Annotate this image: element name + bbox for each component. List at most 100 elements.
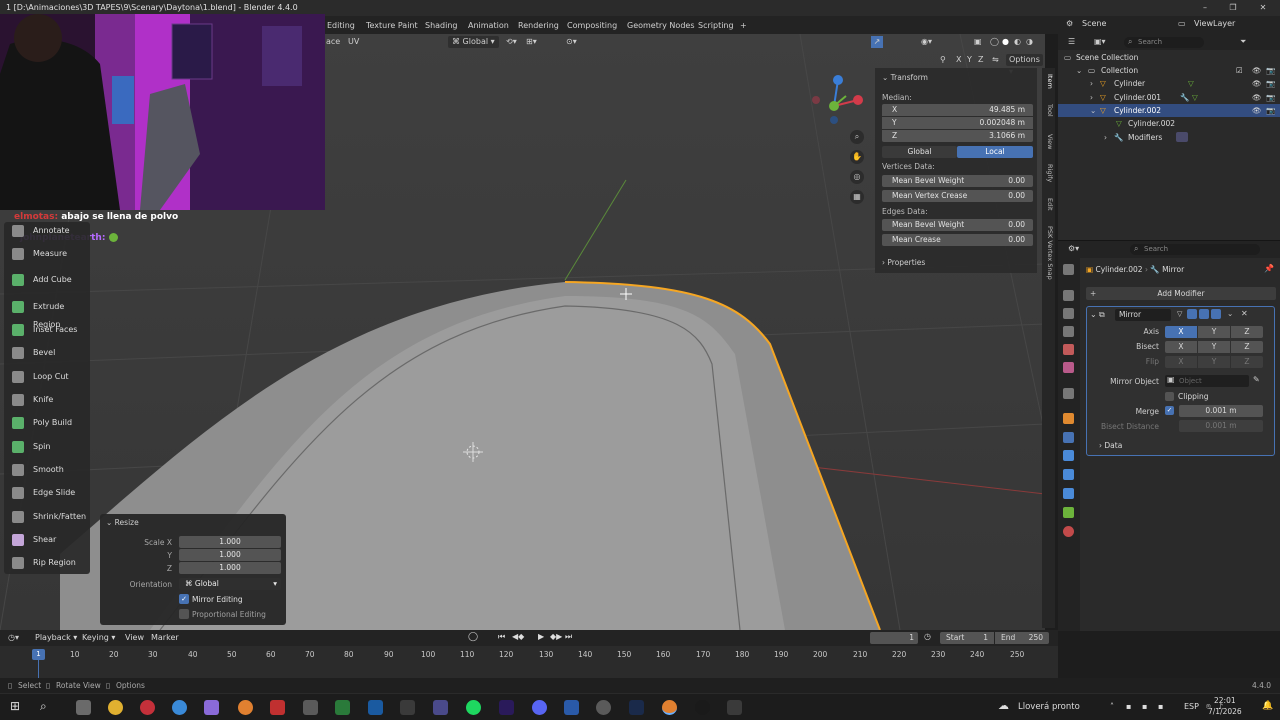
outliner-row-mesh-data[interactable]: ▽ Cylinder.002 — [1058, 117, 1280, 130]
tool-annotate[interactable]: Annotate — [10, 222, 90, 240]
camera-icon[interactable]: 📷 — [1266, 64, 1275, 77]
clipping-checkbox[interactable] — [1165, 392, 1174, 401]
blender-active-icon[interactable] — [662, 700, 677, 715]
start-frame-field[interactable]: Start 1 — [940, 632, 994, 644]
next-keyframe-icon[interactable]: ◆▶ — [550, 632, 562, 641]
display-mode-icon[interactable]: ▣▾ — [1094, 37, 1106, 46]
spotify-icon[interactable] — [466, 700, 481, 715]
mirror-y-toggle[interactable]: Y — [967, 54, 972, 66]
camera-view-icon[interactable]: ◎ — [850, 170, 864, 184]
tool-extrude-region[interactable]: Extrude Region — [10, 298, 90, 329]
timeline-editor-icon[interactable]: ◷▾ — [8, 633, 19, 642]
tray-chevron-icon[interactable]: ˄ — [1110, 702, 1114, 711]
physics-properties-icon[interactable] — [1063, 469, 1074, 480]
modifier-properties-icon[interactable] — [1063, 432, 1074, 443]
output-properties-icon[interactable] — [1063, 308, 1074, 319]
view-layer-icon[interactable]: ▭ — [1178, 19, 1186, 28]
app-icon[interactable] — [433, 700, 448, 715]
windows-start-icon[interactable]: ⊞ — [10, 699, 20, 713]
mirror-object-field[interactable]: Object — [1165, 375, 1249, 387]
timeline-body[interactable]: 1 10 20 30 40 50 60 70 80 90 100 110 120… — [0, 646, 1058, 678]
jump-end-icon[interactable]: ⏭ — [565, 632, 572, 642]
exclude-checkbox[interactable]: ☑ — [1236, 64, 1243, 77]
tool-edge-slide[interactable]: Edge Slide — [10, 484, 90, 502]
scale-z-field[interactable]: 1.000 — [179, 562, 281, 574]
solid-shading-icon[interactable]: ● — [1002, 36, 1009, 48]
outliner-row-cylinder[interactable]: › ▽ Cylinder ▽ 👁 📷 — [1058, 77, 1280, 90]
terminal-icon[interactable] — [400, 700, 415, 715]
vscode-icon[interactable] — [368, 700, 383, 715]
eye-icon[interactable]: 👁 — [1252, 91, 1262, 104]
view-layer-name[interactable]: ViewLayer — [1194, 19, 1235, 28]
app-icon[interactable] — [303, 700, 318, 715]
outliner-row-cylinder-002[interactable]: ⌄ ▽ Cylinder.002 👁 📷 — [1058, 104, 1280, 117]
tab-shading[interactable]: Shading — [425, 19, 458, 32]
marker-menu[interactable]: Marker — [151, 633, 179, 642]
object-properties-icon[interactable] — [1063, 413, 1074, 424]
remove-modifier-icon[interactable]: ✕ — [1241, 309, 1248, 318]
tab-compositing[interactable]: Compositing — [567, 19, 617, 32]
pan-hand-icon[interactable]: ✋ — [850, 150, 864, 164]
sidebar-tab-view[interactable]: View — [1043, 134, 1054, 149]
sidebar-tab-rigify[interactable]: Rigify — [1043, 164, 1054, 182]
edge-icon[interactable] — [172, 700, 187, 715]
bisect-distance-field[interactable]: 0.001 m — [1179, 420, 1263, 432]
flip-y-toggle[interactable]: Y — [1198, 356, 1230, 368]
pin-icon[interactable]: 📌 — [1264, 264, 1274, 273]
view-menu[interactable]: View — [125, 633, 144, 642]
axis-z-toggle[interactable]: Z — [1231, 326, 1263, 338]
eye-icon[interactable]: 👁 — [1252, 77, 1262, 90]
settings-gear-icon[interactable] — [727, 700, 742, 715]
jump-start-icon[interactable]: ⏮ — [498, 632, 505, 642]
collection-row[interactable]: ⌄ ▭ Collection ☑ 👁 📷 — [1058, 64, 1280, 77]
tray-app-icon[interactable]: ▪ — [1126, 702, 1131, 711]
tool-rip-region[interactable]: Rip Region — [10, 554, 90, 572]
tool-inset-faces[interactable]: Inset Faces — [10, 321, 90, 339]
zoom-icon[interactable]: ⌕ — [850, 130, 864, 144]
merge-checkbox[interactable]: ✓ — [1165, 406, 1174, 415]
weather-text[interactable]: Lloverá pronto — [1018, 702, 1080, 712]
vertex-crease-field[interactable]: Mean Vertex Crease 0.00 — [882, 190, 1033, 202]
tool-knife[interactable]: Knife — [10, 391, 90, 409]
tool-poly-build[interactable]: Poly Build — [10, 414, 90, 432]
tool-shear[interactable]: Shear — [10, 531, 90, 549]
properties-editor-icon[interactable]: ⚙▾ — [1068, 244, 1079, 253]
scene-properties-icon[interactable] — [1063, 344, 1074, 355]
face-select-menu[interactable]: ace — [326, 36, 340, 48]
data-properties-icon[interactable] — [1063, 507, 1074, 518]
options-dropdown[interactable]: Options ▾ — [1006, 54, 1043, 76]
scene-collection-row[interactable]: ▭ Scene Collection — [1058, 51, 1280, 64]
tray-app-icon[interactable]: ▪ — [1142, 702, 1147, 711]
outliner-search-input[interactable]: Search — [1124, 37, 1204, 48]
overlay-toggle-icon[interactable]: ◉▾ — [921, 36, 932, 48]
render-properties-icon[interactable] — [1063, 290, 1074, 301]
sidebar-tab-edit[interactable]: Edit — [1043, 198, 1054, 211]
blender-taskbar-icon[interactable] — [238, 700, 253, 715]
edit-cage-icon[interactable]: ▽ — [1177, 310, 1182, 318]
app-icon[interactable] — [596, 700, 611, 715]
mirror-axis-icon[interactable]: ⚲ — [940, 54, 946, 66]
search-icon[interactable]: ⌕ — [40, 699, 47, 714]
prev-keyframe-icon[interactable]: ◀◆ — [512, 632, 524, 641]
word-icon[interactable] — [564, 700, 579, 715]
sidebar-tab-item[interactable]: Item — [1043, 74, 1054, 89]
tab-rendering[interactable]: Rendering — [518, 19, 559, 32]
outliner-row-cylinder-001[interactable]: › ▽ Cylinder.001 🔧 ▽ 👁 📷 — [1058, 91, 1280, 104]
median-y-field[interactable]: Y 0.002048 m — [882, 117, 1033, 129]
add-workspace-button[interactable]: + — [740, 19, 747, 32]
collection-properties-icon[interactable] — [1063, 388, 1074, 399]
tool-bevel[interactable]: Bevel — [10, 344, 90, 362]
properties-search-input[interactable]: Search — [1130, 244, 1260, 255]
transform-panel-header[interactable]: ⌄ Transform — [882, 73, 928, 82]
dropdown-chevron-icon[interactable]: ⌄ — [1227, 309, 1233, 318]
tool-add-cube[interactable]: Add Cube — [10, 271, 90, 289]
pycharm-icon[interactable] — [335, 700, 350, 715]
world-properties-icon[interactable] — [1063, 362, 1074, 373]
end-frame-field[interactable]: End 250 — [995, 632, 1049, 644]
bisect-y-toggle[interactable]: Y — [1198, 341, 1230, 353]
tray-app-icon[interactable]: ▪ — [1158, 702, 1163, 711]
keying-menu[interactable]: Keying ▾ — [82, 633, 115, 642]
proportional-edit-icon[interactable]: ⊙▾ — [566, 36, 577, 48]
view-layer-properties-icon[interactable] — [1063, 326, 1074, 337]
chevron-down-icon[interactable]: ⌄ — [1090, 104, 1096, 117]
